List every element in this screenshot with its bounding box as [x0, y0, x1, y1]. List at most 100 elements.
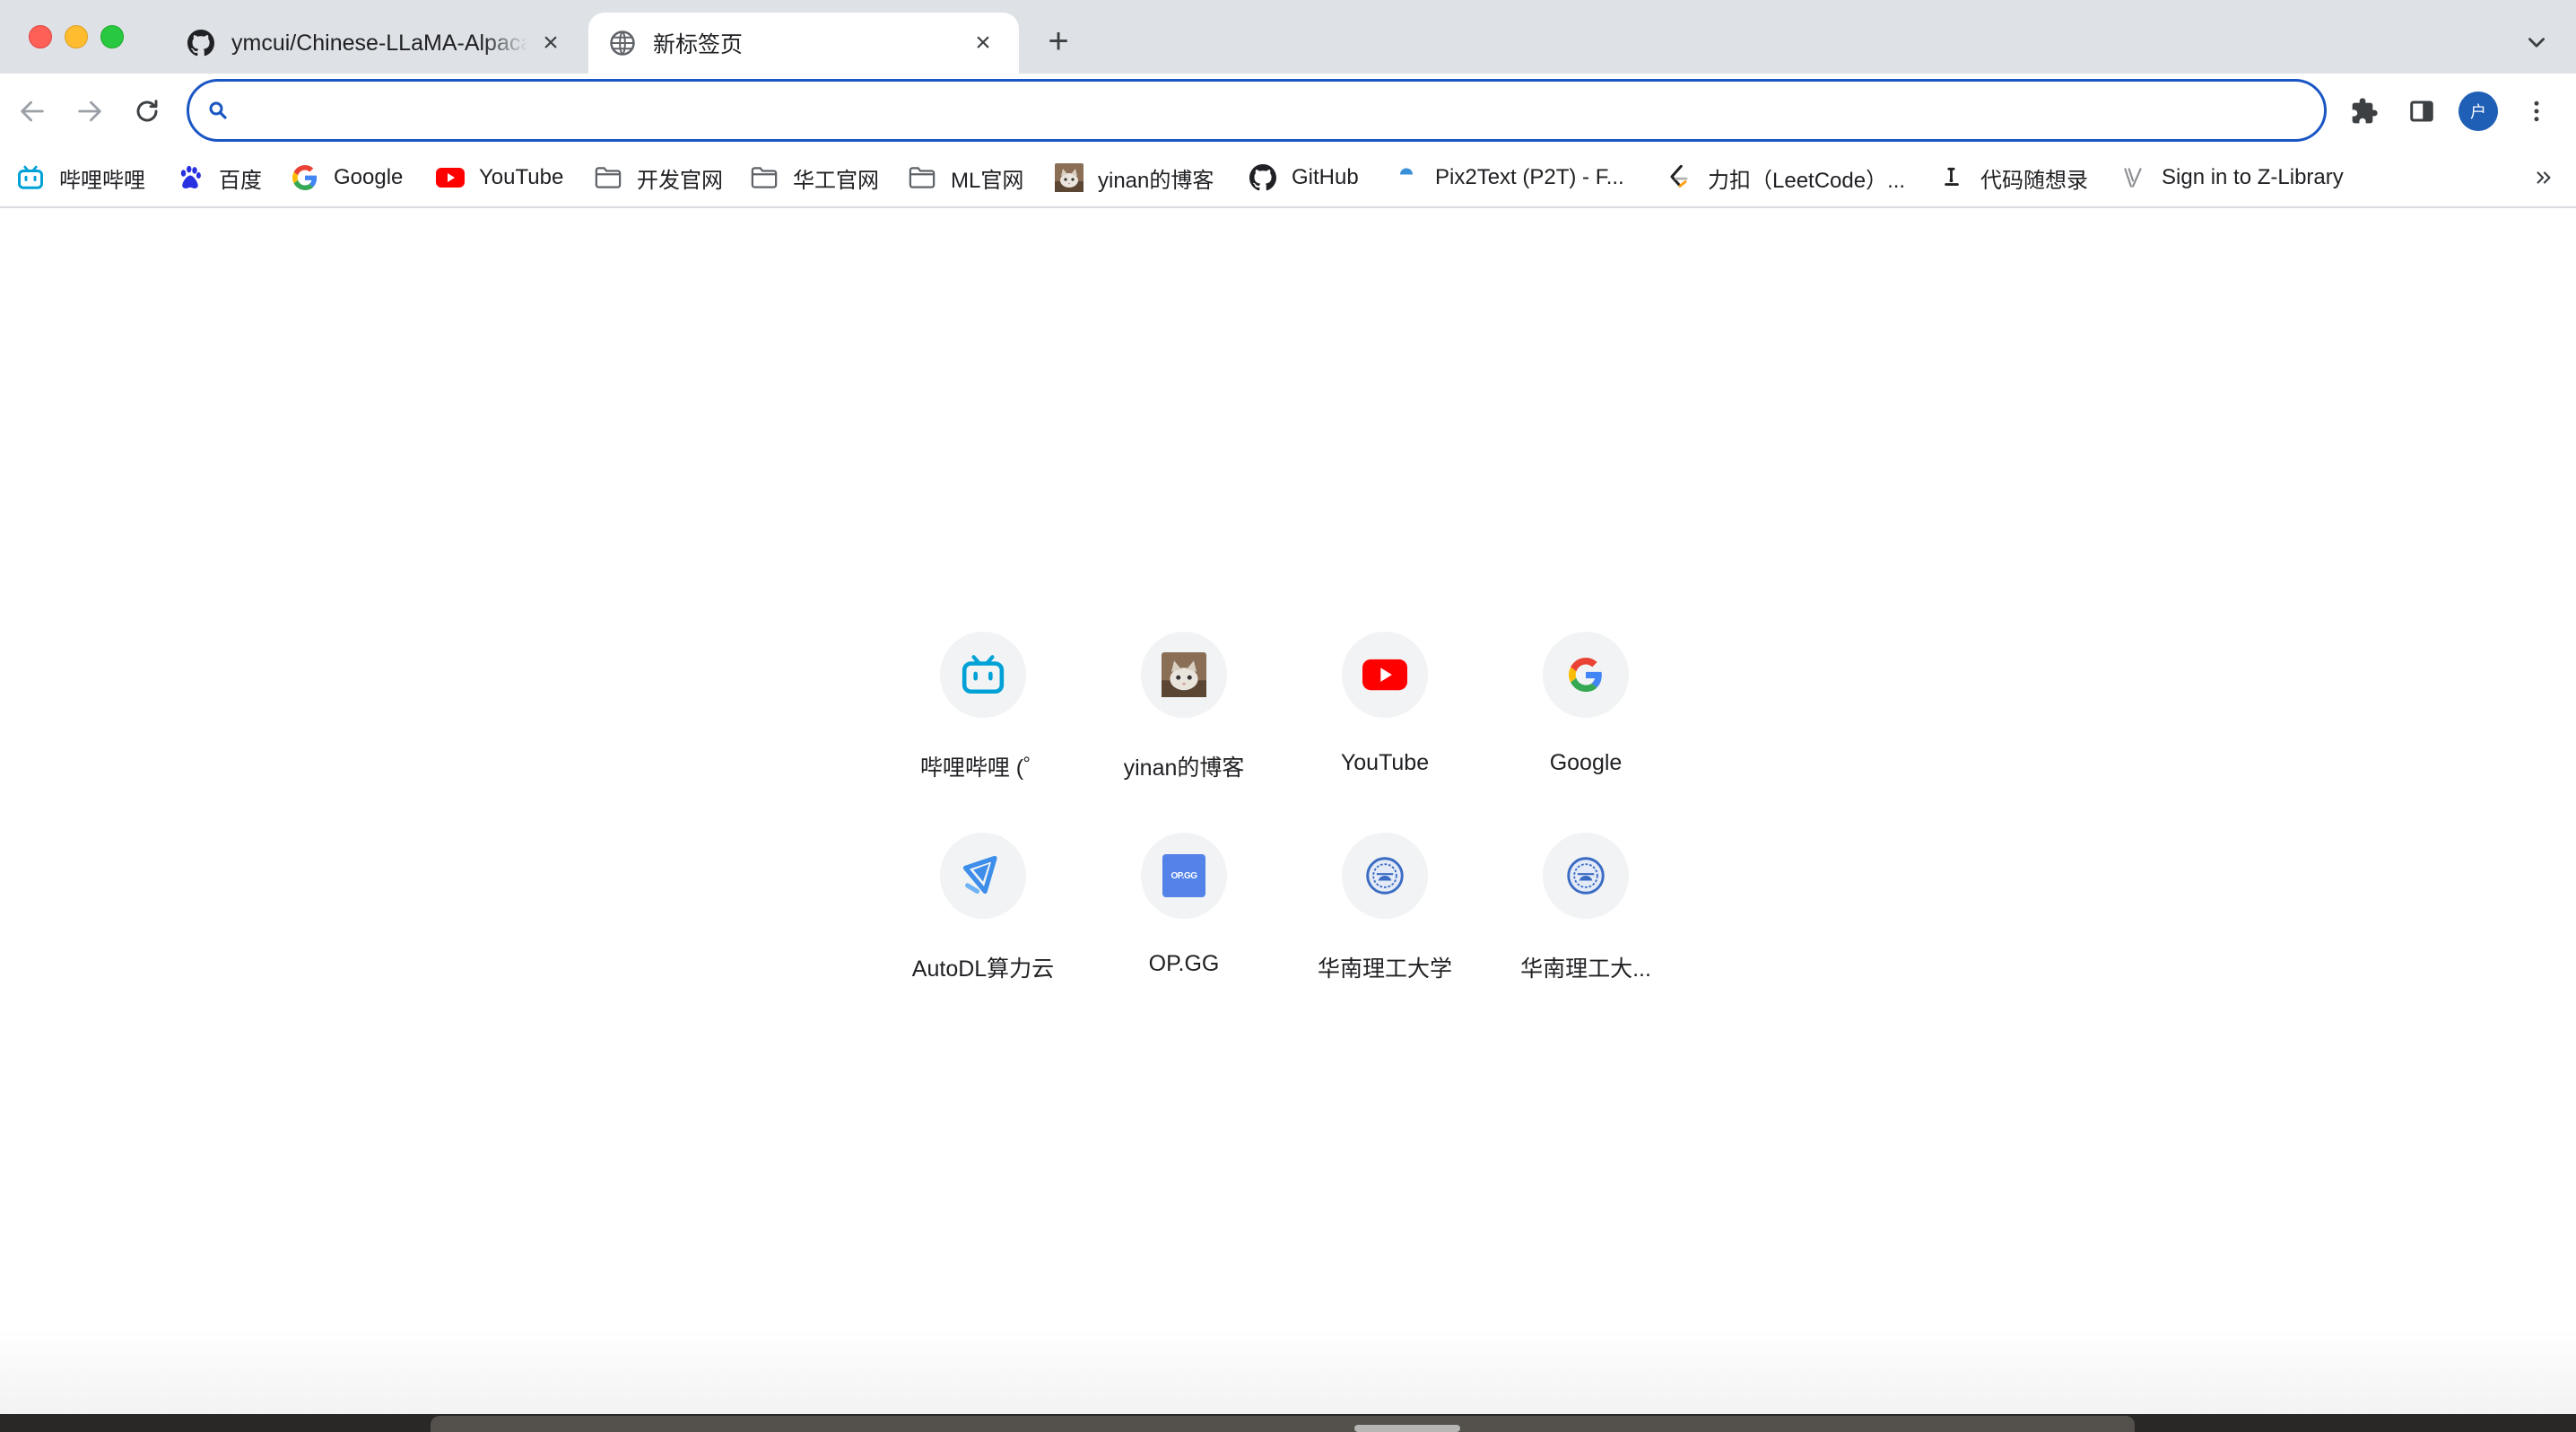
extensions-button[interactable] [2345, 92, 2384, 131]
tab-search-button[interactable] [2519, 25, 2554, 61]
shortcut-label: YouTube [1340, 750, 1430, 775]
leetcode-icon [1665, 163, 1693, 192]
youtube-icon [436, 163, 465, 192]
chevron-down-icon [2528, 38, 2545, 48]
dock-indicator [1354, 1425, 1460, 1432]
shortcut-tile [1141, 632, 1227, 718]
scut-emblem-icon [1567, 857, 1605, 895]
side-panel-button[interactable] [2402, 92, 2441, 131]
opgg-icon: OP.GG [1162, 854, 1205, 897]
chevron-double-right-icon [2537, 171, 2551, 184]
bookmark-label: 代码随想录 [1980, 168, 2088, 193]
baidu-icon [176, 163, 205, 192]
bookmark-folder-dev[interactable]: 开发官网 [594, 158, 723, 197]
tab-close-icon[interactable]: × [536, 28, 565, 57]
folder-icon [750, 163, 779, 192]
bookmark-label: 力扣（LeetCode）... [1708, 168, 1906, 193]
bilibili-icon [16, 163, 45, 192]
shortcut-label: 华南理工大学 [1317, 956, 1452, 982]
bookmark-baidu[interactable]: 百度 [176, 158, 262, 197]
bookmark-label: 哔哩哔哩 [59, 168, 145, 193]
shortcut-youtube[interactable]: YouTube [1295, 632, 1475, 811]
zoom-window-button[interactable] [100, 25, 124, 48]
tab-github-repo[interactable]: ymcui/Chinese-LLaMA-Alpaca × [167, 13, 587, 74]
tab-new-tab[interactable]: 新标签页 × [588, 13, 1019, 74]
bookmark-google[interactable]: Google [291, 158, 403, 197]
bookmark-zlibrary[interactable]: Sign in to Z-Library [2119, 158, 2344, 197]
tab-title: ymcui/Chinese-LLaMA-Alpaca [231, 30, 527, 56]
shortcut-tile: OP.GG [1141, 833, 1227, 919]
bookmark-github[interactable]: GitHub [1249, 158, 1359, 197]
github-icon [187, 29, 215, 57]
bookmark-label: 华工官网 [793, 168, 879, 193]
close-window-button[interactable] [29, 25, 52, 48]
search-icon [209, 101, 227, 119]
bookmarks-overflow-button[interactable] [2526, 160, 2562, 196]
code-icon [1937, 163, 1966, 192]
toolbar: 户 [0, 74, 2576, 149]
arrow-left-icon [21, 100, 44, 122]
shortcut-tile [1342, 632, 1428, 718]
address-bar[interactable] [187, 79, 2327, 142]
bookmark-leetcode[interactable]: 力扣（LeetCode）... [1665, 158, 1905, 197]
shortcut-opgg[interactable]: OP.GG OP.GG [1094, 833, 1274, 1012]
shortcut-scut-2[interactable]: 华南理工大... [1496, 833, 1675, 1012]
bookmark-label: GitHub [1292, 165, 1359, 189]
address-input[interactable] [245, 96, 2218, 125]
reload-icon [136, 100, 158, 122]
shortcut-yinan-blog[interactable]: yinan的博客 [1094, 632, 1274, 811]
shortcut-scut[interactable]: 华南理工大学 [1295, 833, 1475, 1012]
bookmark-label: ML官网 [951, 168, 1024, 193]
folder-icon [594, 163, 622, 192]
shortcut-tile [1342, 833, 1428, 919]
shortcut-label: AutoDL算力云 [911, 956, 1055, 982]
puzzle-icon [2352, 98, 2378, 124]
scut-emblem-icon [1366, 857, 1404, 895]
google-icon [1569, 658, 1602, 692]
google-icon [291, 163, 319, 192]
bookmark-bilibili[interactable]: 哔哩哔哩 [16, 158, 145, 197]
cat-photo-icon [1055, 163, 1083, 192]
minimize-window-button[interactable] [65, 25, 88, 48]
bookmark-folder-scut[interactable]: 华工官网 [750, 158, 879, 197]
shortcut-tile [940, 632, 1026, 718]
bookmark-label: 百度 [219, 168, 262, 193]
bookmark-pix2text[interactable]: Pix2Text (P2T) - F... [1392, 158, 1624, 197]
shortcut-tile [1543, 833, 1629, 919]
opgg-badge-text: OP.GG [1171, 870, 1198, 881]
shortcut-tile [940, 833, 1026, 919]
autodl-icon [962, 855, 997, 894]
tab-close-icon[interactable]: × [969, 28, 997, 57]
folder-icon [908, 163, 936, 192]
more-vert-icon [2534, 100, 2539, 122]
shortcut-label: yinan的博客 [1123, 755, 1245, 781]
back-button[interactable] [11, 90, 54, 133]
bookmark-code-random[interactable]: 代码随想录 [1937, 158, 2088, 197]
new-tab-button[interactable]: + [1040, 23, 1076, 59]
shortcut-label: 华南理工大... [1520, 956, 1651, 982]
reload-button[interactable] [126, 90, 169, 133]
shortcut-google[interactable]: Google [1496, 632, 1675, 811]
shortcut-bilibili[interactable]: 哔哩哔哩 (゜ [893, 632, 1073, 811]
youtube-icon [1362, 659, 1407, 691]
bookmark-label: Google [334, 165, 404, 189]
shortcut-label: OP.GG [1148, 951, 1220, 976]
cat-photo-icon [1162, 652, 1206, 697]
shortcut-label: Google [1549, 750, 1623, 775]
forward-button[interactable] [68, 90, 111, 133]
tab-title: 新标签页 [653, 32, 744, 57]
bookmarks-bar: 哔哩哔哩 百度 Google YouTube 开发官网 华工官网 ML官网 yi… [0, 149, 2576, 208]
side-panel-icon [2410, 100, 2433, 122]
bookmark-yinan-blog[interactable]: yinan的博客 [1055, 158, 1214, 197]
bookmark-label: 开发官网 [637, 168, 723, 193]
bookmark-folder-ml[interactable]: ML官网 [908, 158, 1023, 197]
shortcut-label: 哔哩哔哩 (゜ [919, 755, 1047, 781]
shortcut-autodl[interactable]: AutoDL算力云 [893, 833, 1073, 1012]
arrow-right-icon [78, 100, 101, 122]
bookmark-youtube[interactable]: YouTube [436, 158, 563, 197]
profile-avatar[interactable]: 户 [2459, 92, 2498, 131]
bookmark-label: YouTube [479, 165, 564, 189]
bookmark-label: yinan的博客 [1098, 168, 1214, 193]
menu-button[interactable] [2517, 92, 2556, 131]
zlibrary-icon [2119, 163, 2147, 192]
